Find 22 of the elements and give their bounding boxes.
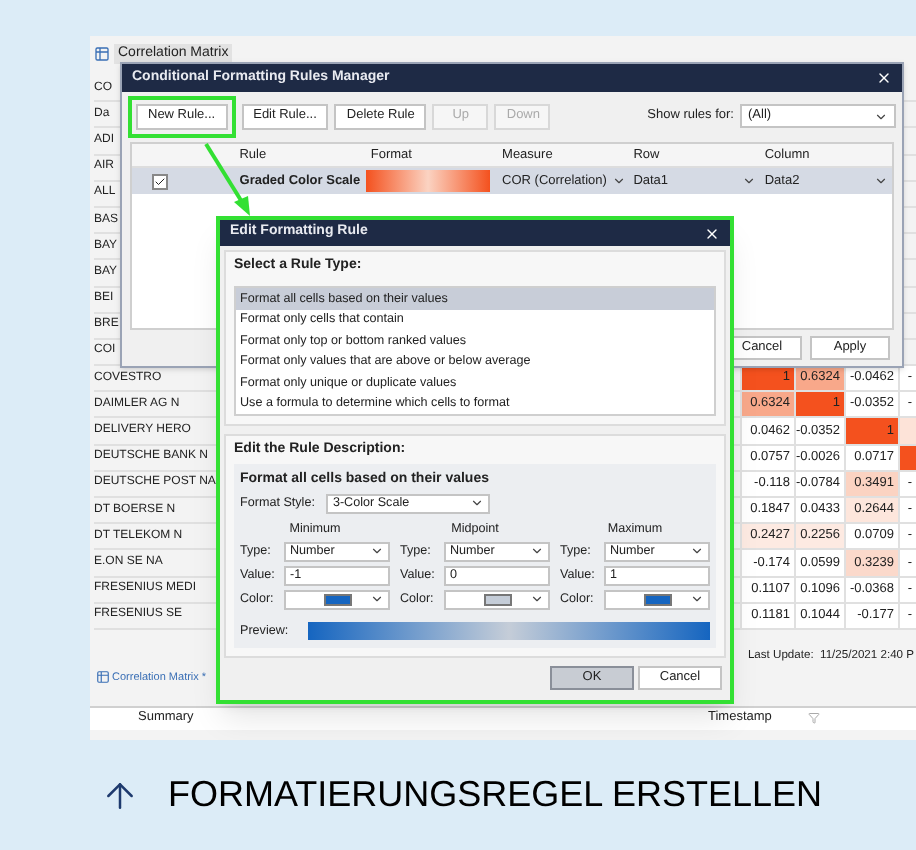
dropdown-caret-icon xyxy=(370,544,384,559)
color-picker[interactable] xyxy=(604,589,710,610)
dropdown-caret-icon xyxy=(874,174,888,188)
checkbox[interactable] xyxy=(152,173,168,189)
table-icon xyxy=(96,670,110,685)
dropdown-caret-icon xyxy=(874,109,888,123)
color-picker[interactable] xyxy=(284,589,390,610)
close-icon[interactable] xyxy=(876,70,892,86)
dropdown-caret-icon xyxy=(370,592,384,607)
dropdown-caret-icon xyxy=(690,592,704,607)
format-swatch xyxy=(366,170,491,192)
dropdown-caret-icon xyxy=(742,174,757,188)
dropdown-caret-icon xyxy=(530,592,544,607)
dropdown-caret-icon xyxy=(611,174,626,188)
dropdown-caret-icon xyxy=(470,496,485,510)
close-icon[interactable] xyxy=(704,225,720,241)
dropdown-caret-icon xyxy=(530,544,544,559)
caption: FORMATIERUNGSREGEL ERSTELLEN xyxy=(168,772,823,818)
table-icon xyxy=(94,46,110,62)
dropdown-caret-icon xyxy=(690,544,704,559)
check-icon xyxy=(154,175,166,187)
color-picker[interactable] xyxy=(444,589,550,610)
